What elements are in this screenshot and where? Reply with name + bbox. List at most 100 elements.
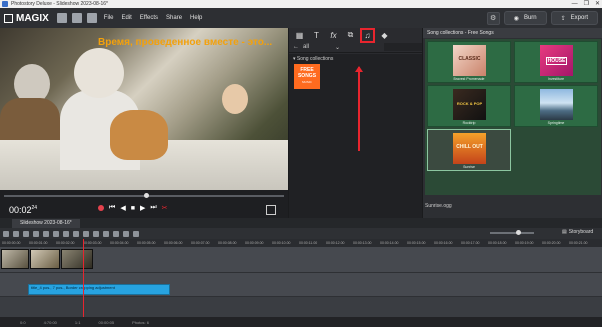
- open-folder-icon[interactable]: [71, 13, 82, 23]
- song-tile[interactable]: CLASSIC Bravest Promenade: [427, 41, 511, 83]
- ruler-tick-label: 00:00:12.00: [326, 241, 345, 245]
- ruler-tick-label: 00:00:05.00: [137, 241, 156, 245]
- skip-forward-icon[interactable]: ⏭: [150, 204, 156, 212]
- redo-icon[interactable]: [13, 230, 19, 237]
- marker-icon[interactable]: [133, 230, 139, 237]
- ruler-tick-label: 00:00:19.00: [515, 241, 534, 245]
- path-label[interactable]: all: [303, 44, 309, 50]
- song-tile[interactable]: Springtime: [514, 85, 598, 127]
- tab-effects-icon[interactable]: fx: [328, 30, 339, 41]
- pointer-icon[interactable]: [113, 230, 119, 237]
- move-icon[interactable]: [123, 230, 129, 237]
- paste-icon[interactable]: [43, 230, 49, 237]
- logo-text: MAGIX: [16, 12, 49, 24]
- menubar: MAGIX File Edit Effects Share Help ⚙ ◉ B…: [0, 8, 602, 28]
- settings-icon[interactable]: ⚙: [486, 11, 500, 25]
- main-menu: File Edit Effects Share Help: [104, 15, 203, 21]
- menu-share[interactable]: Share: [166, 15, 182, 21]
- menu-file[interactable]: File: [104, 15, 114, 21]
- ruler-tick-label: 00:00:01.00: [29, 241, 48, 245]
- song-collection-panel: Song collections - Free Songs CLASSIC Br…: [422, 28, 602, 218]
- photo-clip[interactable]: [30, 249, 60, 269]
- photo-figure: [74, 48, 124, 98]
- magix-logo-icon: [4, 13, 13, 23]
- song-collections-heading: ▾ Song collections: [293, 56, 334, 62]
- minimize-button[interactable]: —: [572, 0, 578, 8]
- app-icon: [2, 1, 8, 7]
- ruler-tick-label: 00:00:13.00: [353, 241, 372, 245]
- fullscreen-icon[interactable]: [266, 205, 276, 215]
- export-button[interactable]: ⇪ Export: [550, 11, 598, 25]
- record-icon[interactable]: [98, 205, 104, 211]
- photo-clip[interactable]: [1, 249, 29, 269]
- tab-slideshow[interactable]: Slideshow 2023-08-16*: [12, 219, 80, 228]
- song-tile-selected[interactable]: CHILL OUT Sunrise: [427, 129, 511, 171]
- copy-icon[interactable]: [33, 230, 39, 237]
- ruler-tick-label: 00:00:06.00: [164, 241, 183, 245]
- zoom-slider-handle[interactable]: [516, 230, 521, 235]
- undo-icon[interactable]: [3, 230, 9, 237]
- tab-import-icon[interactable]: ▦: [294, 30, 305, 41]
- timecode: 00:0224: [9, 205, 37, 215]
- menu-edit[interactable]: Edit: [121, 15, 131, 21]
- status-item: 1:1: [74, 319, 81, 325]
- insert-icon[interactable]: [63, 230, 69, 237]
- position-slider[interactable]: [4, 193, 284, 198]
- media-pool-content: ▾ Song collections FREE SONGS MUSIC: [289, 54, 422, 218]
- status-item: 0:0: [20, 319, 26, 325]
- search-field[interactable]: [384, 43, 422, 51]
- ruler-tick-label: 00:00:15.00: [407, 241, 426, 245]
- new-project-icon[interactable]: [56, 13, 67, 23]
- status-item: 4:70:00: [43, 319, 57, 325]
- ruler-tick-label: 00:00:02.00: [56, 241, 75, 245]
- split-icon[interactable]: [73, 230, 79, 237]
- timeline-ruler[interactable]: 00:00:00.00 00:00:01.00 00:00:02.00 00:00:0…: [0, 239, 602, 247]
- photo-track: pexels.jpg: [0, 247, 602, 273]
- close-button[interactable]: ✕: [595, 0, 600, 8]
- album-art-text: CLASSIC: [458, 56, 481, 62]
- color-icon[interactable]: [93, 230, 99, 237]
- prev-frame-icon[interactable]: ◀: [120, 204, 125, 212]
- save-icon[interactable]: [86, 13, 97, 23]
- no-fx-icon[interactable]: ✂: [162, 204, 168, 212]
- delete-icon[interactable]: [23, 230, 29, 237]
- tab-transitions-icon[interactable]: ⧉: [345, 30, 356, 41]
- cut-icon[interactable]: [53, 230, 59, 237]
- preview-monitor[interactable]: Время, проведенное вместе - это...: [0, 28, 288, 190]
- burn-button[interactable]: ◉ Burn: [503, 11, 547, 25]
- crop-icon[interactable]: [103, 230, 109, 237]
- title-clip[interactable]: title_4 pos., 7 pos., Border cropping ad…: [28, 284, 170, 295]
- dropdown-chevron-icon[interactable]: ⌄: [335, 44, 340, 51]
- tab-tag-icon[interactable]: ◆: [379, 30, 390, 41]
- menu-help[interactable]: Help: [190, 15, 202, 21]
- playback-bar: 00:0224 ⏮ ◀ ■ ▶ ⏭ ✂: [0, 190, 288, 218]
- text-tool-icon[interactable]: [83, 230, 89, 237]
- skip-back-icon[interactable]: ⏮: [109, 204, 115, 212]
- play-icon[interactable]: ▶: [140, 204, 145, 212]
- playhead[interactable]: [83, 239, 84, 319]
- ruler-tick-label: 00:00:03.00: [83, 241, 102, 245]
- position-slider-handle[interactable]: [144, 193, 149, 198]
- tab-music-icon[interactable]: ♫: [360, 27, 375, 43]
- menu-effects[interactable]: Effects: [140, 15, 158, 21]
- selected-song-filename: Sunrise.ogg: [425, 203, 452, 209]
- album-art-text: HOUSE: [546, 57, 567, 65]
- tab-text-icon[interactable]: T: [311, 30, 322, 41]
- photo-clip[interactable]: [61, 249, 93, 269]
- ruler-tick-label: 00:00:17.00: [461, 241, 480, 245]
- burn-label: Burn: [523, 15, 537, 21]
- zoom-slider[interactable]: [490, 230, 534, 235]
- stop-icon[interactable]: ■: [131, 205, 135, 212]
- timecode-frames: 24: [31, 205, 38, 211]
- back-arrow-icon[interactable]: ←: [293, 44, 299, 50]
- song-tile[interactable]: ROCK & POP Rocktrip: [427, 85, 511, 127]
- ruler-tick-label: 00:00:07.00: [191, 241, 210, 245]
- storyboard-toggle[interactable]: ▤ Storyboard: [562, 229, 593, 235]
- free-songs-collection[interactable]: FREE SONGS MUSIC: [294, 64, 320, 89]
- storyboard-label: Storyboard: [568, 229, 594, 235]
- maximize-button[interactable]: ❐: [584, 0, 589, 8]
- song-tile[interactable]: HOUSE Investiture: [514, 41, 598, 83]
- export-icon: ⇪: [560, 15, 566, 22]
- disc-icon: ◉: [513, 15, 519, 22]
- annotation-arrow: [355, 66, 363, 151]
